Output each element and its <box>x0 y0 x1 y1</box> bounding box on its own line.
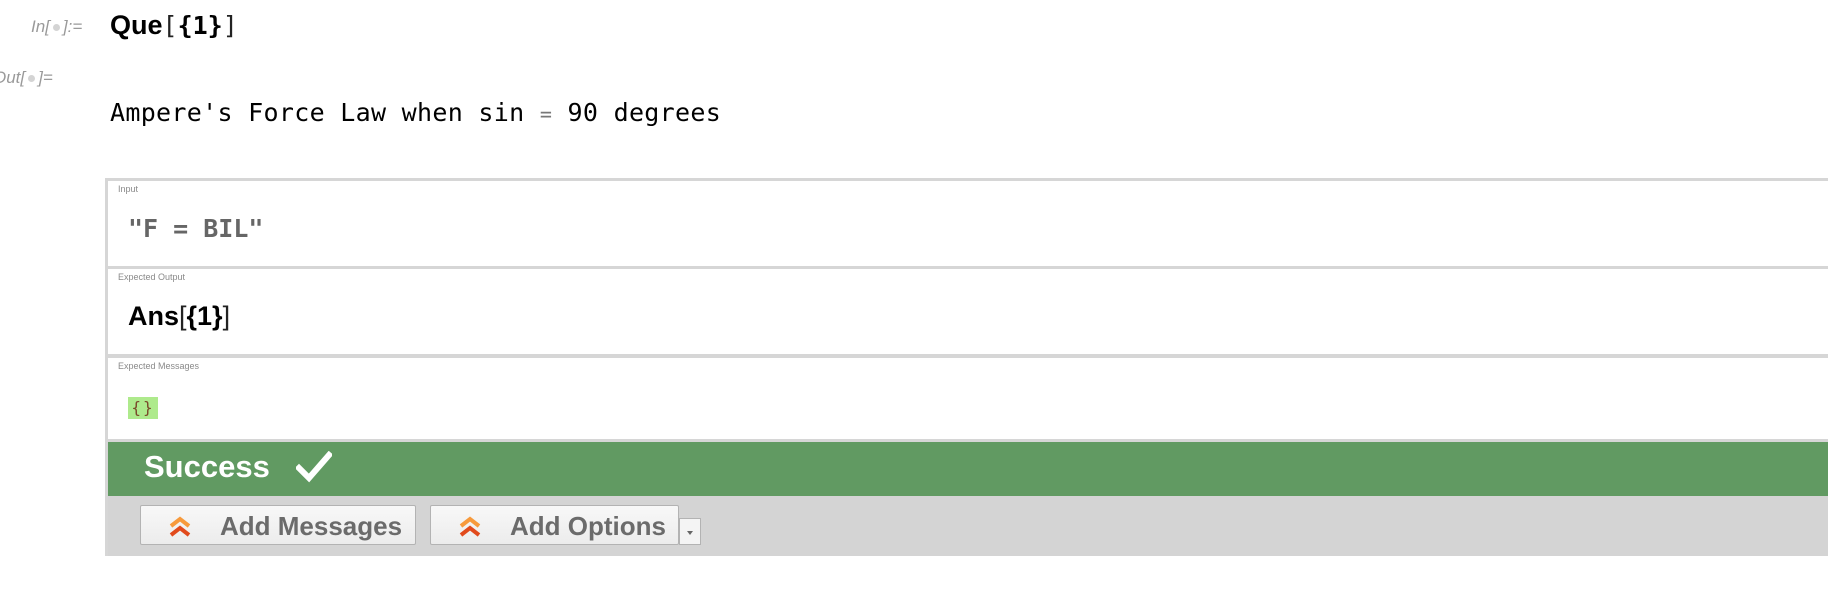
verification-test-panel: Input "F = BIL" Expected Output Ans[{1}]… <box>105 178 1828 556</box>
input-cell-label: In[ ]:= <box>31 17 82 37</box>
status-banner: Success <box>108 439 1828 496</box>
expected-output-function: Ans <box>128 301 180 331</box>
add-messages-label: Add Messages <box>220 511 403 541</box>
test-input-section[interactable]: Input "F = BIL" <box>108 178 1828 266</box>
input-argument: {1} <box>177 11 223 40</box>
in-label-prefix: In[ <box>31 17 50 36</box>
output-text-before: Ampere's Force Law when sin <box>110 98 540 127</box>
double-chevron-up-icon <box>169 516 191 537</box>
expected-messages-value[interactable]: {} <box>128 397 158 419</box>
out-label-prefix: Out[ <box>0 68 26 87</box>
double-chevron-up-icon <box>459 516 481 537</box>
output-equals-sign: = <box>539 102 553 126</box>
options-dropdown-button[interactable] <box>679 518 701 545</box>
expected-output-open-bracket: [ <box>179 301 187 331</box>
output-text-after: 90 degrees <box>552 98 722 127</box>
test-toolbar: Add Messages Add Options <box>108 496 1828 556</box>
input-open-bracket: [ <box>162 11 178 40</box>
output-cell-text: Ampere's Force Law when sin = 90 degrees <box>110 98 721 127</box>
in-label-suffix: ]:= <box>62 17 83 36</box>
checkmark-icon <box>296 451 332 483</box>
add-options-label: Add Options <box>510 511 666 541</box>
input-function-name: Que <box>110 10 163 40</box>
cell-number-placeholder-icon <box>52 24 60 31</box>
expected-output-close-bracket: ] <box>222 301 231 331</box>
expected-messages-caption: Expected Messages <box>118 361 200 371</box>
expected-output-argument: {1} <box>186 301 223 331</box>
output-cell-label: Out[ ]= <box>0 68 53 88</box>
add-messages-button[interactable]: Add Messages <box>140 505 416 545</box>
cell-number-placeholder-icon <box>28 75 36 82</box>
add-options-button[interactable]: Add Options <box>430 505 679 545</box>
expected-output-section[interactable]: Expected Output Ans[{1}] <box>108 266 1828 354</box>
status-label: Success <box>144 449 270 484</box>
out-label-suffix: ]= <box>38 68 53 87</box>
expected-messages-section[interactable]: Expected Messages {} <box>108 354 1828 439</box>
expected-output-caption: Expected Output <box>118 272 186 282</box>
triangle-down-icon <box>687 531 693 535</box>
input-close-bracket: ] <box>222 11 238 40</box>
input-cell-code[interactable]: Que[{1}] <box>110 10 238 41</box>
test-input-value[interactable]: "F = BIL" <box>128 214 263 243</box>
expected-output-value[interactable]: Ans[{1}] <box>128 301 230 332</box>
test-input-caption: Input <box>118 184 139 194</box>
